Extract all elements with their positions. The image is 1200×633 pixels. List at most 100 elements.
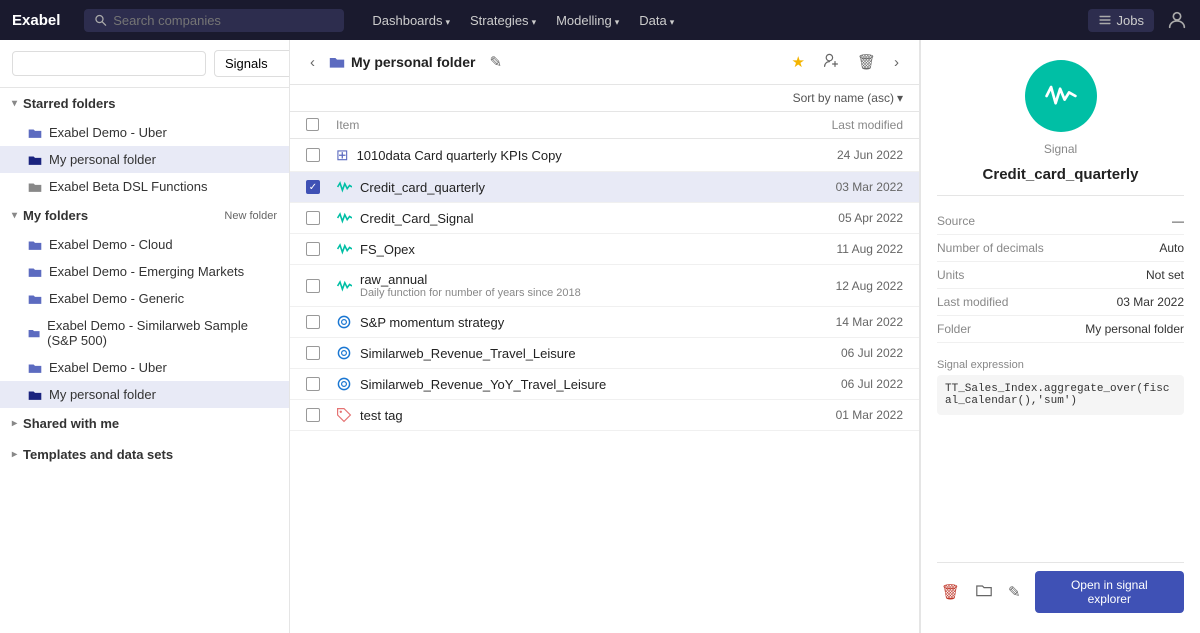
- folder-icon: [28, 126, 42, 140]
- row-name: Credit_card_quarterly: [336, 179, 763, 195]
- nav-data[interactable]: Data: [631, 9, 682, 32]
- table-row[interactable]: S&P momentum strategy 14 Mar 2022: [290, 307, 919, 338]
- star-button[interactable]: ★: [788, 51, 809, 73]
- row-name: S&P momentum strategy: [336, 314, 763, 330]
- table-type-icon: ⊞: [336, 146, 349, 164]
- nav-dashboards[interactable]: Dashboards: [364, 9, 458, 32]
- my-folders-header[interactable]: ▾ My folders New folder: [0, 200, 289, 231]
- user-icon[interactable]: [1166, 9, 1188, 31]
- jobs-button[interactable]: Jobs: [1088, 9, 1154, 32]
- source-label: Source: [937, 214, 975, 228]
- row-checkbox[interactable]: [306, 279, 336, 293]
- table-row[interactable]: ⊞ 1010data Card quarterly KPIs Copy 24 J…: [290, 139, 919, 172]
- nav-strategies[interactable]: Strategies: [462, 9, 544, 32]
- starred-folders-header[interactable]: ▾ Starred folders: [0, 88, 289, 119]
- sidebar-item-my-personal-folder-starred[interactable]: My personal folder: [0, 146, 289, 173]
- search-input[interactable]: [113, 13, 334, 28]
- folder-icon: [28, 180, 42, 194]
- delete-button[interactable]: 🗑: [853, 51, 880, 73]
- sort-bar: Sort by name (asc) ▾: [290, 85, 919, 112]
- my-folders-chevron: ▾: [12, 210, 17, 221]
- templates-label: Templates and data sets: [23, 447, 173, 462]
- prev-button[interactable]: ‹: [306, 52, 319, 73]
- signal-type-label: Signal: [1044, 142, 1077, 156]
- templates-header[interactable]: ▸ Templates and data sets: [0, 439, 289, 470]
- topnav-right: Jobs: [1088, 9, 1188, 32]
- next-button[interactable]: ›: [890, 52, 903, 73]
- row-checkbox[interactable]: [306, 211, 336, 225]
- sidebar-item-exabel-demo-uber[interactable]: Exabel Demo - Uber: [0, 119, 289, 146]
- sidebar-item-exabel-generic[interactable]: Exabel Demo - Generic: [0, 285, 289, 312]
- row-checkbox[interactable]: [306, 148, 336, 162]
- sidebar-item-exabel-similarweb[interactable]: Exabel Demo - Similarweb Sample (S&P 500…: [0, 312, 289, 354]
- meta-section: Source — Number of decimals Auto Units N…: [937, 208, 1184, 343]
- row-name: raw_annual Daily function for number of …: [336, 272, 763, 299]
- signal-icon: [336, 278, 352, 294]
- panel-action-icons: 🗑 ✎: [937, 580, 1025, 604]
- last-modified-label: Last modified: [937, 295, 1008, 309]
- row-checkbox[interactable]: [306, 315, 336, 329]
- table-row[interactable]: Similarweb_Revenue_YoY_Travel_Leisure 06…: [290, 369, 919, 400]
- table-row[interactable]: test tag 01 Mar 2022: [290, 400, 919, 431]
- right-panel: Signal Credit_card_quarterly Source — Nu…: [920, 40, 1200, 633]
- header-actions: ★ 🗑 ›: [788, 50, 904, 74]
- last-modified-value: 03 Mar 2022: [1117, 295, 1184, 309]
- strategy-icon: [336, 345, 352, 361]
- row-checkbox[interactable]: [306, 408, 336, 422]
- sidebar-item-exabel-uber[interactable]: Exabel Demo - Uber: [0, 354, 289, 381]
- nav-menu: Dashboards Strategies Modelling Data: [364, 9, 682, 32]
- row-date: 14 Mar 2022: [763, 315, 903, 329]
- sidebar-search-input[interactable]: [12, 51, 206, 76]
- row-checkbox[interactable]: [306, 242, 336, 256]
- row-date: 06 Jul 2022: [763, 377, 903, 391]
- row-checkbox[interactable]: [306, 377, 336, 391]
- sidebar-type-select[interactable]: Signals Strategies All: [214, 50, 290, 77]
- search-bar[interactable]: [84, 9, 344, 32]
- folder-row: Folder My personal folder: [937, 316, 1184, 343]
- new-folder-button[interactable]: New folder: [224, 210, 277, 222]
- panel-delete-button[interactable]: 🗑: [937, 580, 964, 604]
- folder-icon: [28, 292, 42, 306]
- table-row[interactable]: Similarweb_Revenue_Travel_Leisure 06 Jul…: [290, 338, 919, 369]
- signal-icon: [336, 241, 352, 257]
- main-header: ‹ My personal folder ✎ ★ 🗑 ›: [290, 40, 919, 85]
- breadcrumb-label: My personal folder: [351, 54, 475, 70]
- share-button[interactable]: [819, 50, 843, 74]
- panel-edit-button[interactable]: ✎: [1004, 580, 1025, 604]
- row-date: 01 Mar 2022: [763, 408, 903, 422]
- header-checkbox[interactable]: [306, 118, 336, 132]
- edit-folder-button[interactable]: ✎: [485, 51, 506, 73]
- sidebar-item-exabel-emerging[interactable]: Exabel Demo - Emerging Markets: [0, 258, 289, 285]
- shared-header[interactable]: ▸ Shared with me: [0, 408, 289, 439]
- panel-move-button[interactable]: [972, 580, 996, 604]
- sidebar-item-exabel-beta-dsl[interactable]: Exabel Beta DSL Functions: [0, 173, 289, 200]
- table-row[interactable]: raw_annual Daily function for number of …: [290, 265, 919, 307]
- row-checkbox[interactable]: [306, 346, 336, 360]
- sort-button[interactable]: Sort by name (asc) ▾: [793, 91, 903, 105]
- table-header: Item Last modified: [290, 112, 919, 139]
- table-row[interactable]: ✓ Credit_card_quarterly 03 Mar 2022: [290, 172, 919, 203]
- sidebar-item-my-personal-folder[interactable]: My personal folder: [0, 381, 289, 408]
- table-row[interactable]: FS_Opex 11 Aug 2022: [290, 234, 919, 265]
- units-label: Units: [937, 268, 964, 282]
- signal-name: Credit_card_quarterly: [983, 166, 1139, 183]
- signal-avatar: [1025, 60, 1097, 132]
- sidebar-filter: Signals Strategies All: [0, 40, 289, 88]
- folder-open-icon: [329, 54, 345, 70]
- decimals-row: Number of decimals Auto: [937, 235, 1184, 262]
- folder-move-icon: [976, 582, 992, 598]
- search-icon: [94, 13, 107, 27]
- row-date: 06 Jul 2022: [763, 346, 903, 360]
- nav-modelling[interactable]: Modelling: [548, 9, 627, 32]
- sidebar-item-exabel-cloud[interactable]: Exabel Demo - Cloud: [0, 231, 289, 258]
- signal-wave-icon: [1043, 78, 1079, 114]
- main-content: ‹ My personal folder ✎ ★ 🗑 › Sort by nam…: [290, 40, 920, 633]
- panel-actions: 🗑 ✎ Open in signal explorer: [937, 562, 1184, 613]
- topnav: Exabel Dashboards Strategies Modelling D…: [0, 0, 1200, 40]
- units-value: Not set: [1146, 268, 1184, 282]
- expression-label: Signal expression: [937, 359, 1184, 371]
- row-name: Similarweb_Revenue_Travel_Leisure: [336, 345, 763, 361]
- table-row[interactable]: Credit_Card_Signal 05 Apr 2022: [290, 203, 919, 234]
- open-signal-button[interactable]: Open in signal explorer: [1035, 571, 1184, 613]
- row-checkbox[interactable]: ✓: [306, 180, 336, 194]
